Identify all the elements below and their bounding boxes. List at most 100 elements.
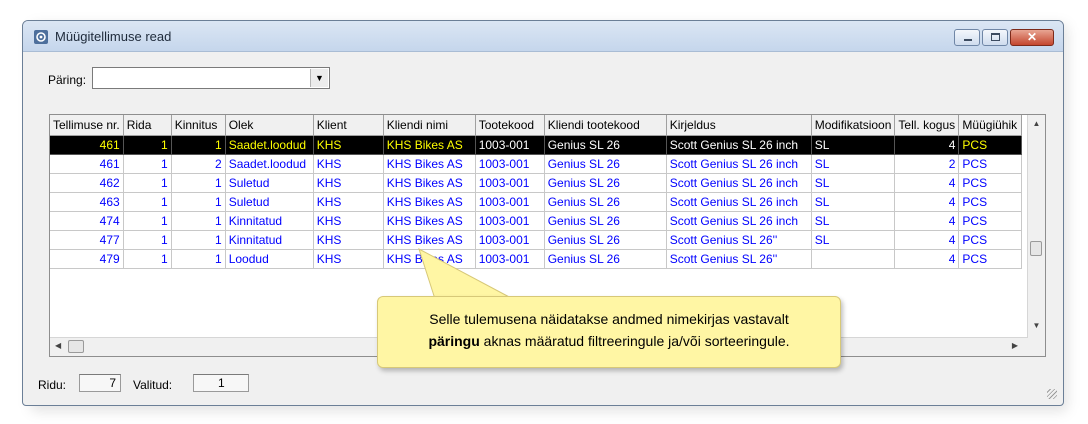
cell-client-name[interactable]: KHS Bikes AS xyxy=(383,192,476,212)
cell-line[interactable]: 1 xyxy=(123,211,172,231)
cell-product[interactable]: 1003-001 xyxy=(475,173,545,193)
title-bar[interactable]: Müügitellimuse read ✕ xyxy=(23,21,1063,52)
cell-order[interactable]: 463 xyxy=(50,192,124,212)
cell-modification[interactable]: SL xyxy=(811,154,896,174)
scroll-down-icon[interactable]: ▼ xyxy=(1028,321,1045,330)
cell-order[interactable]: 461 xyxy=(50,135,124,155)
cell-line[interactable]: 1 xyxy=(123,173,172,193)
cell-status[interactable]: Saadet.loodud xyxy=(225,154,314,174)
cell-status[interactable]: Kinnitatud xyxy=(225,230,314,250)
cell-confirm[interactable]: 1 xyxy=(171,249,226,269)
cell-unit[interactable]: PCS xyxy=(958,211,1023,231)
cell-client-name[interactable]: KHS Bikes AS xyxy=(383,135,476,155)
cell-client[interactable]: KHS xyxy=(313,230,384,250)
cell-line[interactable]: 1 xyxy=(123,135,172,155)
cell-product[interactable]: 1003-001 xyxy=(475,192,545,212)
cell-unit[interactable]: PCS xyxy=(958,192,1023,212)
cell-client-name[interactable]: KHS Bikes AS xyxy=(383,173,476,193)
column-header[interactable]: Tellimuse nr. xyxy=(50,115,124,136)
cell-modification[interactable] xyxy=(811,249,896,269)
cell-unit[interactable]: PCS xyxy=(958,173,1023,193)
resize-grip-icon[interactable] xyxy=(1047,389,1057,399)
cell-modification[interactable]: SL xyxy=(811,135,896,155)
cell-qty[interactable]: 4 xyxy=(894,230,960,250)
cell-description[interactable]: Scott Genius SL 26 inch xyxy=(666,192,812,212)
column-header[interactable]: Müügiühik xyxy=(958,115,1023,136)
cell-qty[interactable]: 4 xyxy=(894,211,960,231)
cell-order[interactable]: 477 xyxy=(50,230,124,250)
cell-order[interactable]: 462 xyxy=(50,173,124,193)
cell-modification[interactable]: SL xyxy=(811,211,896,231)
cell-unit[interactable]: PCS xyxy=(958,230,1023,250)
cell-client[interactable]: KHS xyxy=(313,249,384,269)
cell-description[interactable]: Scott Genius SL 26 inch xyxy=(666,173,812,193)
cell-description[interactable]: Scott Genius SL 26 inch xyxy=(666,154,812,174)
cell-line[interactable]: 1 xyxy=(123,249,172,269)
cell-modification[interactable]: SL xyxy=(811,192,896,212)
cell-description[interactable]: Scott Genius SL 26 inch xyxy=(666,135,812,155)
chevron-down-icon[interactable]: ▼ xyxy=(310,69,328,87)
cell-client-product[interactable]: Genius SL 26 xyxy=(544,154,667,174)
close-button[interactable]: ✕ xyxy=(1010,29,1054,46)
column-header[interactable]: Klient xyxy=(313,115,384,136)
cell-unit[interactable]: PCS xyxy=(958,154,1023,174)
cell-line[interactable]: 1 xyxy=(123,230,172,250)
table-row[interactable]: 474 1 1 Kinnitatud KHS KHS Bikes AS 1003-001 Ge… xyxy=(50,211,1023,231)
cell-client-product[interactable]: Genius SL 26 xyxy=(544,249,667,269)
cell-confirm[interactable]: 2 xyxy=(171,154,226,174)
cell-confirm[interactable]: 1 xyxy=(171,230,226,250)
column-header[interactable]: Modifikatsioon xyxy=(811,115,896,136)
cell-product[interactable]: 1003-001 xyxy=(475,135,545,155)
table-row[interactable]: 462 1 1 Suletud KHS KHS Bikes AS 1003-001 Geniu… xyxy=(50,173,1023,193)
cell-qty[interactable]: 4 xyxy=(894,173,960,193)
cell-line[interactable]: 1 xyxy=(123,154,172,174)
column-header[interactable]: Kliendi tootekood xyxy=(544,115,667,136)
cell-qty[interactable]: 4 xyxy=(894,192,960,212)
cell-qty[interactable]: 2 xyxy=(894,154,960,174)
cell-description[interactable]: Scott Genius SL 26'' xyxy=(666,230,812,250)
cell-order[interactable]: 479 xyxy=(50,249,124,269)
cell-product[interactable]: 1003-001 xyxy=(475,154,545,174)
cell-status[interactable]: Suletud xyxy=(225,173,314,193)
scroll-right-icon[interactable]: ▶ xyxy=(1012,341,1018,350)
cell-qty[interactable]: 4 xyxy=(894,135,960,155)
column-header[interactable]: Tootekood xyxy=(475,115,545,136)
table-row[interactable]: 463 1 1 Suletud KHS KHS Bikes AS 1003-001 Geniu… xyxy=(50,192,1023,212)
cell-status[interactable]: Loodud xyxy=(225,249,314,269)
cell-product[interactable]: 1003-001 xyxy=(475,211,545,231)
cell-order[interactable]: 461 xyxy=(50,154,124,174)
column-header[interactable]: Olek xyxy=(225,115,314,136)
cell-qty[interactable]: 4 xyxy=(894,249,960,269)
query-select[interactable]: ▼ xyxy=(92,67,330,89)
cell-confirm[interactable]: 1 xyxy=(171,135,226,155)
cell-confirm[interactable]: 1 xyxy=(171,211,226,231)
horizontal-scroll-thumb[interactable] xyxy=(68,340,84,353)
cell-client-name[interactable]: KHS Bikes AS xyxy=(383,211,476,231)
cell-confirm[interactable]: 1 xyxy=(171,192,226,212)
scroll-left-icon[interactable]: ◀ xyxy=(55,341,61,350)
cell-client-product[interactable]: Genius SL 26 xyxy=(544,211,667,231)
cell-order[interactable]: 474 xyxy=(50,211,124,231)
minimize-button[interactable] xyxy=(954,29,980,46)
column-header[interactable]: Kliendi nimi xyxy=(383,115,476,136)
column-header[interactable]: Kirjeldus xyxy=(666,115,812,136)
cell-client-product[interactable]: Genius SL 26 xyxy=(544,135,667,155)
cell-client[interactable]: KHS xyxy=(313,154,384,174)
cell-line[interactable]: 1 xyxy=(123,192,172,212)
cell-modification[interactable]: SL xyxy=(811,173,896,193)
cell-client-product[interactable]: Genius SL 26 xyxy=(544,173,667,193)
cell-description[interactable]: Scott Genius SL 26'' xyxy=(666,249,812,269)
cell-client-product[interactable]: Genius SL 26 xyxy=(544,230,667,250)
cell-confirm[interactable]: 1 xyxy=(171,173,226,193)
cell-client[interactable]: KHS xyxy=(313,135,384,155)
cell-client-product[interactable]: Genius SL 26 xyxy=(544,192,667,212)
cell-status[interactable]: Saadet.loodud xyxy=(225,135,314,155)
cell-client[interactable]: KHS xyxy=(313,211,384,231)
cell-description[interactable]: Scott Genius SL 26 inch xyxy=(666,211,812,231)
cell-modification[interactable]: SL xyxy=(811,230,896,250)
vertical-scrollbar[interactable]: ▲ ▼ xyxy=(1027,115,1045,356)
column-header[interactable]: Tell. kogus xyxy=(894,115,960,136)
vertical-scroll-thumb[interactable] xyxy=(1030,241,1042,256)
maximize-button[interactable] xyxy=(982,29,1008,46)
scroll-up-icon[interactable]: ▲ xyxy=(1028,119,1045,128)
